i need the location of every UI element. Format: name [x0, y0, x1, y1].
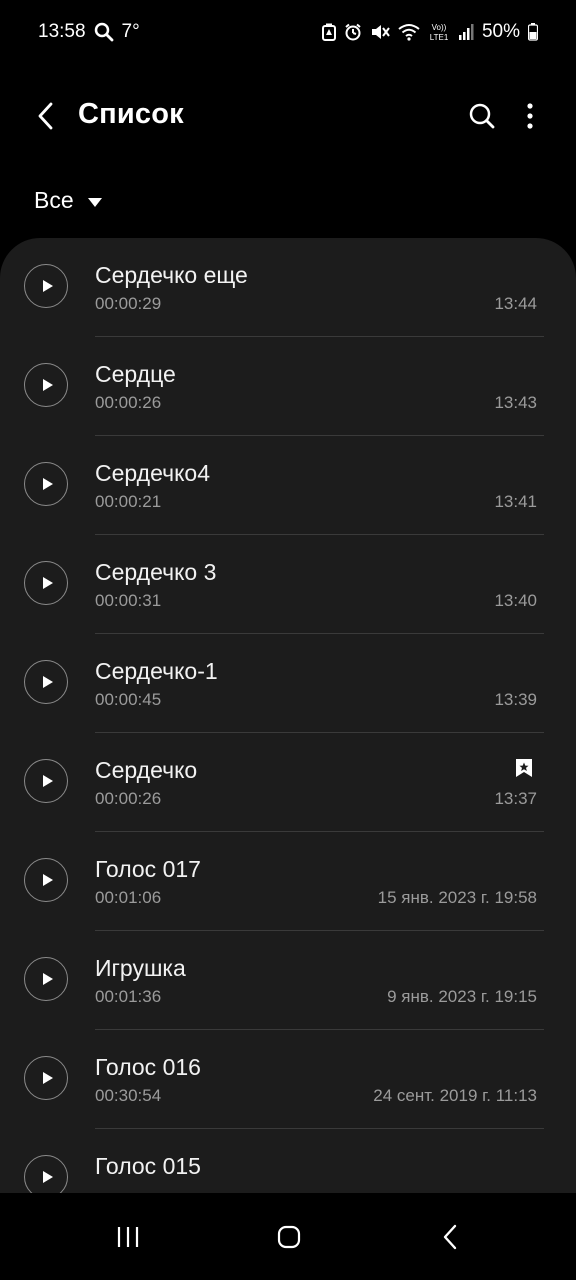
app-bar: Список — [0, 80, 576, 152]
list-item[interactable]: Голос 017 00:01:06 15 янв. 2023 г. 19:58 — [0, 832, 576, 931]
svg-text:LTE1: LTE1 — [430, 33, 449, 42]
play-icon[interactable] — [24, 759, 68, 803]
recordings-list[interactable]: Сердечко еще 00:00:29 13:44 Сердце 00:00… — [0, 238, 576, 1193]
svg-text:Vo)): Vo)) — [432, 23, 447, 32]
recording-duration: 00:01:06 — [95, 888, 162, 907]
play-icon[interactable] — [24, 264, 68, 308]
recording-name: Сердечко4 — [95, 460, 210, 486]
back-icon[interactable] — [428, 1215, 472, 1259]
wifi-icon — [398, 23, 420, 41]
recording-duration: 00:00:45 — [95, 690, 162, 709]
recording-date: 13:41 — [494, 492, 537, 511]
recording-duration: 00:00:31 — [95, 591, 162, 610]
status-temperature: 7° — [121, 21, 140, 42]
recording-date: 13:44 — [494, 294, 537, 313]
dropdown-triangle-icon — [87, 187, 102, 214]
recording-name: Голос 016 — [95, 1054, 201, 1080]
search-icon — [94, 22, 114, 42]
recording-duration: 00:30:54 — [95, 1086, 162, 1105]
battery-icon — [528, 23, 538, 41]
recording-date: 24 сент. 2019 г. 11:13 — [373, 1086, 537, 1105]
play-icon[interactable] — [24, 363, 68, 407]
recording-name: Голос 017 — [95, 856, 201, 882]
recording-date: 15 янв. 2023 г. 19:58 — [377, 888, 537, 907]
recording-duration: 00:00:26 — [95, 789, 162, 808]
play-icon[interactable] — [24, 1155, 68, 1193]
recording-date: 13:43 — [494, 393, 537, 412]
back-arrow-icon[interactable] — [28, 98, 64, 134]
recording-name: Сердечко — [95, 757, 198, 783]
recording-duration: 00:00:26 — [95, 393, 162, 412]
play-icon[interactable] — [24, 858, 68, 902]
recording-name: Голос 015 — [95, 1153, 201, 1179]
recording-duration: 00:01:36 — [95, 987, 162, 1006]
recording-name: Сердечко 3 — [95, 559, 217, 585]
list-item[interactable]: Голос 016 00:30:54 24 сент. 2019 г. 11:1… — [0, 1030, 576, 1129]
alarm-icon — [344, 23, 362, 41]
home-icon[interactable] — [267, 1215, 311, 1259]
recording-duration: 00:00:21 — [95, 492, 162, 511]
page-title: Список — [78, 98, 184, 130]
recording-date: 9 янв. 2023 г. 19:15 — [387, 987, 537, 1006]
recent-apps-icon[interactable] — [106, 1215, 150, 1259]
play-icon[interactable] — [24, 462, 68, 506]
list-item[interactable]: Сердечко-1 00:00:45 13:39 — [0, 634, 576, 733]
more-vert-icon[interactable] — [512, 96, 548, 136]
filter-dropdown[interactable]: Все — [34, 180, 102, 220]
status-left: 13:58 7° — [38, 21, 140, 43]
play-icon[interactable] — [24, 561, 68, 605]
navigation-bar — [0, 1193, 576, 1280]
recording-date: 13:39 — [494, 690, 537, 709]
filter-label: Все — [34, 186, 74, 213]
list-item[interactable]: Сердце 00:00:26 13:43 — [0, 337, 576, 436]
recording-name: Игрушка — [95, 955, 186, 981]
recording-name: Сердце — [95, 361, 176, 387]
search-icon[interactable] — [462, 96, 502, 136]
list-item[interactable]: Сердечко 3 00:00:31 13:40 — [0, 535, 576, 634]
recording-name: Сердечко еще — [95, 262, 248, 288]
signal-icon — [458, 23, 474, 41]
list-item[interactable]: Сердечко4 00:00:21 13:41 — [0, 436, 576, 535]
recording-date: 13:40 — [494, 591, 537, 610]
play-icon[interactable] — [24, 660, 68, 704]
list-item[interactable]: Игрушка 00:01:36 9 янв. 2023 г. 19:15 — [0, 931, 576, 1030]
play-icon[interactable] — [24, 1056, 68, 1100]
recording-name: Сердечко-1 — [95, 658, 218, 684]
list-item[interactable]: Сердечко 00:00:26 13:37 — [0, 733, 576, 832]
mute-icon — [370, 23, 390, 41]
status-time: 13:58 — [38, 21, 86, 42]
play-icon[interactable] — [24, 957, 68, 1001]
list-item[interactable]: Сердечко еще 00:00:29 13:44 — [0, 238, 576, 337]
list-item[interactable]: Голос 015 — [0, 1129, 576, 1193]
recording-date: 13:37 — [494, 789, 537, 808]
battery-percent: 50% — [481, 21, 520, 42]
battery-saver-icon — [321, 23, 336, 41]
status-bar: 13:58 7° Vo)) LTE1 50% — [0, 0, 576, 64]
recording-duration: 00:00:29 — [95, 294, 162, 313]
volte-icon: Vo)) LTE1 — [428, 22, 450, 42]
bookmark-icon — [516, 759, 532, 777]
status-right: Vo)) LTE1 50% — [321, 21, 538, 43]
